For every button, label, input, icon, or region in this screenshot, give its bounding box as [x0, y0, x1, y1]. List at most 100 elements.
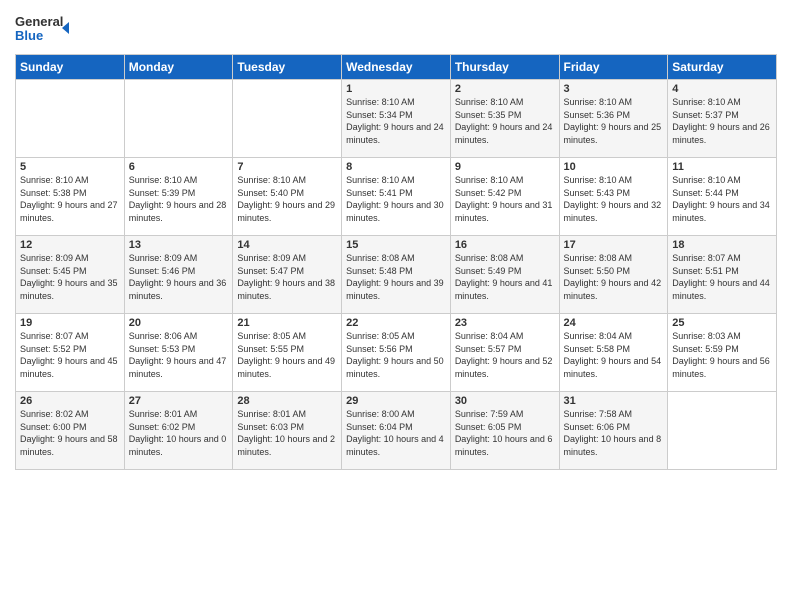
day-number: 1 — [346, 83, 446, 95]
day-info: Sunrise: 8:10 AM Sunset: 5:43 PM Dayligh… — [564, 174, 664, 224]
day-cell: 13Sunrise: 8:09 AM Sunset: 5:46 PM Dayli… — [124, 236, 233, 314]
day-number: 23 — [455, 317, 555, 329]
day-cell: 16Sunrise: 8:08 AM Sunset: 5:49 PM Dayli… — [450, 236, 559, 314]
day-number: 17 — [564, 239, 664, 251]
week-row-3: 12Sunrise: 8:09 AM Sunset: 5:45 PM Dayli… — [16, 236, 777, 314]
day-info: Sunrise: 8:00 AM Sunset: 6:04 PM Dayligh… — [346, 408, 446, 458]
day-number: 25 — [672, 317, 772, 329]
day-cell: 10Sunrise: 8:10 AM Sunset: 5:43 PM Dayli… — [559, 158, 668, 236]
day-cell: 26Sunrise: 8:02 AM Sunset: 6:00 PM Dayli… — [16, 392, 125, 470]
day-cell: 5Sunrise: 8:10 AM Sunset: 5:38 PM Daylig… — [16, 158, 125, 236]
header-cell-wednesday: Wednesday — [342, 55, 451, 80]
day-info: Sunrise: 8:10 AM Sunset: 5:39 PM Dayligh… — [129, 174, 229, 224]
day-info: Sunrise: 8:04 AM Sunset: 5:58 PM Dayligh… — [564, 330, 664, 380]
header-cell-tuesday: Tuesday — [233, 55, 342, 80]
day-cell: 18Sunrise: 8:07 AM Sunset: 5:51 PM Dayli… — [668, 236, 777, 314]
svg-text:Blue: Blue — [15, 28, 43, 43]
day-number: 13 — [129, 239, 229, 251]
day-info: Sunrise: 8:04 AM Sunset: 5:57 PM Dayligh… — [455, 330, 555, 380]
day-number: 31 — [564, 395, 664, 407]
day-cell: 27Sunrise: 8:01 AM Sunset: 6:02 PM Dayli… — [124, 392, 233, 470]
header-cell-sunday: Sunday — [16, 55, 125, 80]
logo: General Blue — [15, 10, 75, 48]
day-info: Sunrise: 8:08 AM Sunset: 5:49 PM Dayligh… — [455, 252, 555, 302]
day-info: Sunrise: 8:07 AM Sunset: 5:51 PM Dayligh… — [672, 252, 772, 302]
day-cell: 1Sunrise: 8:10 AM Sunset: 5:34 PM Daylig… — [342, 80, 451, 158]
day-number: 5 — [20, 161, 120, 173]
day-number: 22 — [346, 317, 446, 329]
day-number: 2 — [455, 83, 555, 95]
svg-text:General: General — [15, 14, 63, 29]
day-info: Sunrise: 8:07 AM Sunset: 5:52 PM Dayligh… — [20, 330, 120, 380]
day-info: Sunrise: 8:05 AM Sunset: 5:56 PM Dayligh… — [346, 330, 446, 380]
day-number: 8 — [346, 161, 446, 173]
day-info: Sunrise: 8:10 AM Sunset: 5:44 PM Dayligh… — [672, 174, 772, 224]
day-cell: 22Sunrise: 8:05 AM Sunset: 5:56 PM Dayli… — [342, 314, 451, 392]
day-cell: 14Sunrise: 8:09 AM Sunset: 5:47 PM Dayli… — [233, 236, 342, 314]
day-number: 27 — [129, 395, 229, 407]
day-cell: 19Sunrise: 8:07 AM Sunset: 5:52 PM Dayli… — [16, 314, 125, 392]
header-cell-monday: Monday — [124, 55, 233, 80]
day-number: 20 — [129, 317, 229, 329]
page-container: General Blue SundayMondayTuesdayWednesda… — [0, 0, 792, 475]
day-info: Sunrise: 8:10 AM Sunset: 5:40 PM Dayligh… — [237, 174, 337, 224]
day-info: Sunrise: 8:10 AM Sunset: 5:35 PM Dayligh… — [455, 96, 555, 146]
day-cell: 31Sunrise: 7:58 AM Sunset: 6:06 PM Dayli… — [559, 392, 668, 470]
day-number: 6 — [129, 161, 229, 173]
day-info: Sunrise: 7:58 AM Sunset: 6:06 PM Dayligh… — [564, 408, 664, 458]
day-cell: 20Sunrise: 8:06 AM Sunset: 5:53 PM Dayli… — [124, 314, 233, 392]
day-cell: 30Sunrise: 7:59 AM Sunset: 6:05 PM Dayli… — [450, 392, 559, 470]
day-cell: 11Sunrise: 8:10 AM Sunset: 5:44 PM Dayli… — [668, 158, 777, 236]
week-row-5: 26Sunrise: 8:02 AM Sunset: 6:00 PM Dayli… — [16, 392, 777, 470]
day-number: 18 — [672, 239, 772, 251]
day-number: 7 — [237, 161, 337, 173]
logo-svg: General Blue — [15, 10, 75, 48]
day-info: Sunrise: 8:09 AM Sunset: 5:47 PM Dayligh… — [237, 252, 337, 302]
header-cell-thursday: Thursday — [450, 55, 559, 80]
day-number: 4 — [672, 83, 772, 95]
day-info: Sunrise: 8:05 AM Sunset: 5:55 PM Dayligh… — [237, 330, 337, 380]
header: General Blue — [15, 10, 777, 48]
day-number: 11 — [672, 161, 772, 173]
day-number: 10 — [564, 161, 664, 173]
day-info: Sunrise: 8:08 AM Sunset: 5:48 PM Dayligh… — [346, 252, 446, 302]
day-info: Sunrise: 8:02 AM Sunset: 6:00 PM Dayligh… — [20, 408, 120, 458]
day-cell — [124, 80, 233, 158]
day-number: 16 — [455, 239, 555, 251]
week-row-1: 1Sunrise: 8:10 AM Sunset: 5:34 PM Daylig… — [16, 80, 777, 158]
day-number: 28 — [237, 395, 337, 407]
day-cell: 9Sunrise: 8:10 AM Sunset: 5:42 PM Daylig… — [450, 158, 559, 236]
day-cell: 12Sunrise: 8:09 AM Sunset: 5:45 PM Dayli… — [16, 236, 125, 314]
day-cell: 28Sunrise: 8:01 AM Sunset: 6:03 PM Dayli… — [233, 392, 342, 470]
day-number: 21 — [237, 317, 337, 329]
header-cell-saturday: Saturday — [668, 55, 777, 80]
day-info: Sunrise: 8:10 AM Sunset: 5:42 PM Dayligh… — [455, 174, 555, 224]
day-cell: 21Sunrise: 8:05 AM Sunset: 5:55 PM Dayli… — [233, 314, 342, 392]
header-row: SundayMondayTuesdayWednesdayThursdayFrid… — [16, 55, 777, 80]
day-cell: 23Sunrise: 8:04 AM Sunset: 5:57 PM Dayli… — [450, 314, 559, 392]
day-info: Sunrise: 7:59 AM Sunset: 6:05 PM Dayligh… — [455, 408, 555, 458]
day-info: Sunrise: 8:10 AM Sunset: 5:34 PM Dayligh… — [346, 96, 446, 146]
day-number: 9 — [455, 161, 555, 173]
calendar-header: SundayMondayTuesdayWednesdayThursdayFrid… — [16, 55, 777, 80]
day-cell: 17Sunrise: 8:08 AM Sunset: 5:50 PM Dayli… — [559, 236, 668, 314]
day-cell: 6Sunrise: 8:10 AM Sunset: 5:39 PM Daylig… — [124, 158, 233, 236]
week-row-2: 5Sunrise: 8:10 AM Sunset: 5:38 PM Daylig… — [16, 158, 777, 236]
day-info: Sunrise: 8:10 AM Sunset: 5:41 PM Dayligh… — [346, 174, 446, 224]
day-cell: 8Sunrise: 8:10 AM Sunset: 5:41 PM Daylig… — [342, 158, 451, 236]
day-info: Sunrise: 8:08 AM Sunset: 5:50 PM Dayligh… — [564, 252, 664, 302]
day-number: 26 — [20, 395, 120, 407]
day-info: Sunrise: 8:10 AM Sunset: 5:37 PM Dayligh… — [672, 96, 772, 146]
day-cell: 29Sunrise: 8:00 AM Sunset: 6:04 PM Dayli… — [342, 392, 451, 470]
day-info: Sunrise: 8:10 AM Sunset: 5:36 PM Dayligh… — [564, 96, 664, 146]
day-cell: 7Sunrise: 8:10 AM Sunset: 5:40 PM Daylig… — [233, 158, 342, 236]
day-number: 3 — [564, 83, 664, 95]
day-info: Sunrise: 8:10 AM Sunset: 5:38 PM Dayligh… — [20, 174, 120, 224]
day-cell: 4Sunrise: 8:10 AM Sunset: 5:37 PM Daylig… — [668, 80, 777, 158]
calendar-body: 1Sunrise: 8:10 AM Sunset: 5:34 PM Daylig… — [16, 80, 777, 470]
day-number: 12 — [20, 239, 120, 251]
day-cell — [16, 80, 125, 158]
day-info: Sunrise: 8:01 AM Sunset: 6:02 PM Dayligh… — [129, 408, 229, 458]
day-cell: 2Sunrise: 8:10 AM Sunset: 5:35 PM Daylig… — [450, 80, 559, 158]
header-cell-friday: Friday — [559, 55, 668, 80]
